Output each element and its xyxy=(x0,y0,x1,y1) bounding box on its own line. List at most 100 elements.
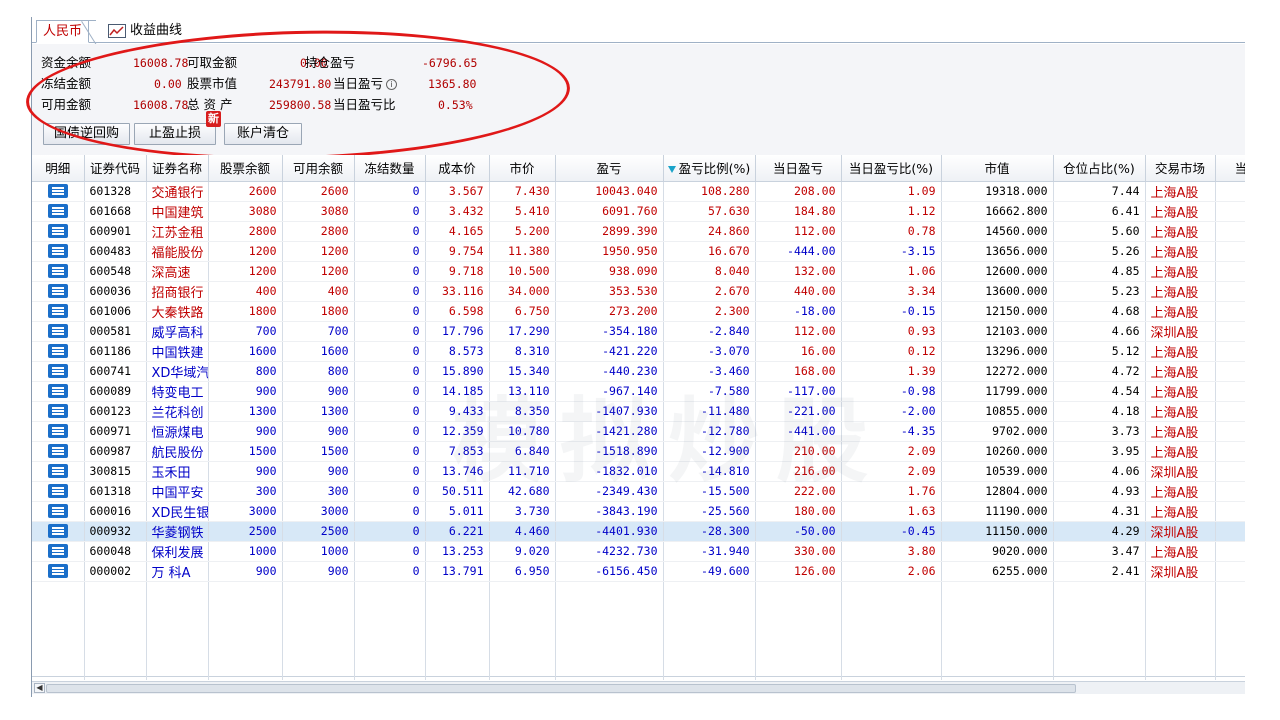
table-row[interactable]: 601318 中国平安 300 300 0 50.511 42.680 -2349.430 -1… xyxy=(32,481,1245,502)
detail-cell[interactable] xyxy=(32,181,85,202)
detail-list-icon[interactable] xyxy=(47,564,68,579)
column-header[interactable]: 仓位占比(%) xyxy=(1053,155,1146,182)
detail-list-icon[interactable] xyxy=(47,484,68,499)
detail-cell[interactable] xyxy=(32,461,85,482)
detail-list-icon[interactable] xyxy=(47,264,68,279)
scroll-left-icon[interactable]: ◀ xyxy=(34,683,45,693)
column-header[interactable]: 当日盈亏比(%) xyxy=(841,155,942,182)
detail-cell[interactable] xyxy=(32,361,85,382)
column-header-label: 盈亏比例(%) xyxy=(678,161,751,177)
table-row[interactable]: 000002 万 科A 900 900 0 13.791 6.950 -6156.450 -49… xyxy=(32,561,1245,582)
empty-cell xyxy=(1053,619,1146,638)
detail-list-icon[interactable] xyxy=(47,544,68,559)
market-price: 11.710 xyxy=(489,461,556,482)
empty-cell xyxy=(1215,581,1245,600)
table-row[interactable]: 600741 XD华域汽 800 800 0 15.890 15.340 -440.230 -3… xyxy=(32,361,1245,382)
clear-account-button[interactable]: 账户清仓 xyxy=(224,123,303,145)
column-header[interactable]: 证券名称 xyxy=(146,155,209,182)
detail-list-icon[interactable] xyxy=(47,344,68,359)
scrollbar-thumb[interactable] xyxy=(46,684,1076,693)
table-row[interactable]: 601006 大秦铁路 1800 1800 0 6.598 6.750 273.200 2.30… xyxy=(32,301,1245,322)
column-header[interactable]: 明细 xyxy=(32,155,85,182)
table-row[interactable]: 600123 兰花科创 1300 1300 0 9.433 8.350 -1407.930 -1… xyxy=(32,401,1245,422)
detail-cell[interactable] xyxy=(32,241,85,262)
empty-cell xyxy=(663,638,756,657)
detail-list-icon[interactable] xyxy=(47,204,68,219)
detail-cell[interactable] xyxy=(32,321,85,342)
table-row[interactable]: 600901 江苏金租 2800 2800 0 4.165 5.200 2899.390 24.… xyxy=(32,221,1245,242)
detail-cell[interactable] xyxy=(32,561,85,582)
frozen-qty: 0 xyxy=(354,181,426,202)
empty-cell xyxy=(1215,600,1245,619)
table-row[interactable]: 000932 华菱钢铁 2500 2500 0 6.221 4.460 -4401.930 -2… xyxy=(32,521,1245,542)
detail-list-icon[interactable] xyxy=(47,284,68,299)
detail-list-icon[interactable] xyxy=(47,304,68,319)
stop-loss-button[interactable]: 止盈止损 xyxy=(134,123,217,145)
column-header[interactable]: 冻结数量 xyxy=(354,155,426,182)
table-row[interactable]: 601186 中国铁建 1600 1600 0 8.573 8.310 -421.220 -3.… xyxy=(32,341,1245,362)
table-row[interactable]: 600048 保利发展 1000 1000 0 13.253 9.020 -4232.730-… xyxy=(32,541,1245,562)
detail-cell[interactable] xyxy=(32,201,85,222)
column-header[interactable]: 当 xyxy=(1215,155,1245,182)
column-header[interactable]: 市值 xyxy=(941,155,1054,182)
detail-list-icon[interactable] xyxy=(47,324,68,339)
profit-loss-ratio: -3.460 xyxy=(663,361,756,382)
detail-list-icon[interactable] xyxy=(47,464,68,479)
column-header[interactable]: 盈亏比例(%) xyxy=(663,155,756,182)
column-header[interactable]: 股票余额 xyxy=(208,155,283,182)
column-header[interactable]: 可用余额 xyxy=(282,155,355,182)
column-header[interactable]: 当日盈亏 xyxy=(755,155,842,182)
detail-list-icon[interactable] xyxy=(47,184,68,199)
detail-cell[interactable] xyxy=(32,221,85,242)
table-row[interactable]: 601328 交通银行 2600 2600 0 3.567 7.430 10043.040 10… xyxy=(32,181,1245,202)
today-pl-ratio: 3.34 xyxy=(841,281,942,302)
reverse-repo-button[interactable]: 国债逆回购 xyxy=(43,123,131,145)
detail-list-icon[interactable] xyxy=(47,244,68,259)
total-assets-value: 259800.58 xyxy=(269,98,332,112)
table-row[interactable]: 600483 福能股份 1200 1200 0 9.754 11.380 1950.950 16… xyxy=(32,241,1245,262)
column-header[interactable]: 交易市场 xyxy=(1145,155,1216,182)
info-icon[interactable]: i xyxy=(386,79,398,90)
detail-cell[interactable] xyxy=(32,381,85,402)
detail-cell[interactable] xyxy=(32,301,85,322)
horizontal-scrollbar[interactable]: ◀ xyxy=(32,681,1245,694)
detail-list-icon[interactable] xyxy=(47,424,68,439)
detail-list-icon[interactable] xyxy=(47,224,68,239)
detail-cell[interactable] xyxy=(32,481,85,502)
empty-cell xyxy=(425,600,490,619)
detail-cell[interactable] xyxy=(32,441,85,462)
table-row[interactable]: 600089 特变电工 900 900 0 14.185 13.110 -967.140 -7.… xyxy=(32,381,1245,402)
table-row[interactable]: 300815 玉禾田 900 900 0 13.746 11.710 -1832.010 -14… xyxy=(32,461,1245,482)
column-header[interactable]: 市价 xyxy=(489,155,556,182)
column-header[interactable]: 盈亏 xyxy=(555,155,664,182)
column-header[interactable]: 成本价 xyxy=(425,155,490,182)
today-profit-loss: 112.00 xyxy=(755,221,842,242)
detail-cell[interactable] xyxy=(32,521,85,542)
detail-list-icon[interactable] xyxy=(47,364,68,379)
table-row[interactable]: 601668 中国建筑 3080 3080 0 3.432 5.410 6091.760 57.… xyxy=(32,201,1245,222)
detail-cell[interactable] xyxy=(32,541,85,562)
security-name: 兰花科创 xyxy=(146,401,209,422)
table-row[interactable]: 600548 深高速 1200 1200 0 9.718 10.500 938.090 8.04… xyxy=(32,261,1245,282)
detail-list-icon[interactable] xyxy=(47,524,68,539)
detail-list-icon[interactable] xyxy=(47,404,68,419)
detail-cell[interactable] xyxy=(32,401,85,422)
tab-profit-curve[interactable]: 收益曲线 xyxy=(108,21,182,41)
detail-list-icon[interactable] xyxy=(47,384,68,399)
table-row[interactable]: 600016 XD民生银 3000 3000 0 5.011 3.730 -3843.190-… xyxy=(32,501,1245,522)
table-row[interactable]: 000581 威孚高科 700 700 0 17.796 17.290 -354.180 -2.… xyxy=(32,321,1245,342)
detail-list-icon[interactable] xyxy=(47,444,68,459)
table-row[interactable]: 600971 恒源煤电 900 900 0 12.359 10.780 -1421.280 -1… xyxy=(32,421,1245,442)
detail-cell[interactable] xyxy=(32,281,85,302)
detail-cell[interactable] xyxy=(32,421,85,442)
empty-cell xyxy=(489,657,556,676)
detail-cell[interactable] xyxy=(32,341,85,362)
detail-list-icon[interactable] xyxy=(47,504,68,519)
detail-cell[interactable] xyxy=(32,501,85,522)
table-row[interactable]: 600036 招商银行 400 400 0 33.116 34.000 353.530 2.67… xyxy=(32,281,1245,302)
profit-loss-ratio: 8.040 xyxy=(663,261,756,282)
column-header[interactable]: 证券代码 xyxy=(84,155,147,182)
detail-cell[interactable] xyxy=(32,261,85,282)
security-name: 玉禾田 xyxy=(146,461,209,482)
table-row[interactable]: 600987 航民股份 1500 1500 0 7.853 6.840 -1518.890 -1… xyxy=(32,441,1245,462)
